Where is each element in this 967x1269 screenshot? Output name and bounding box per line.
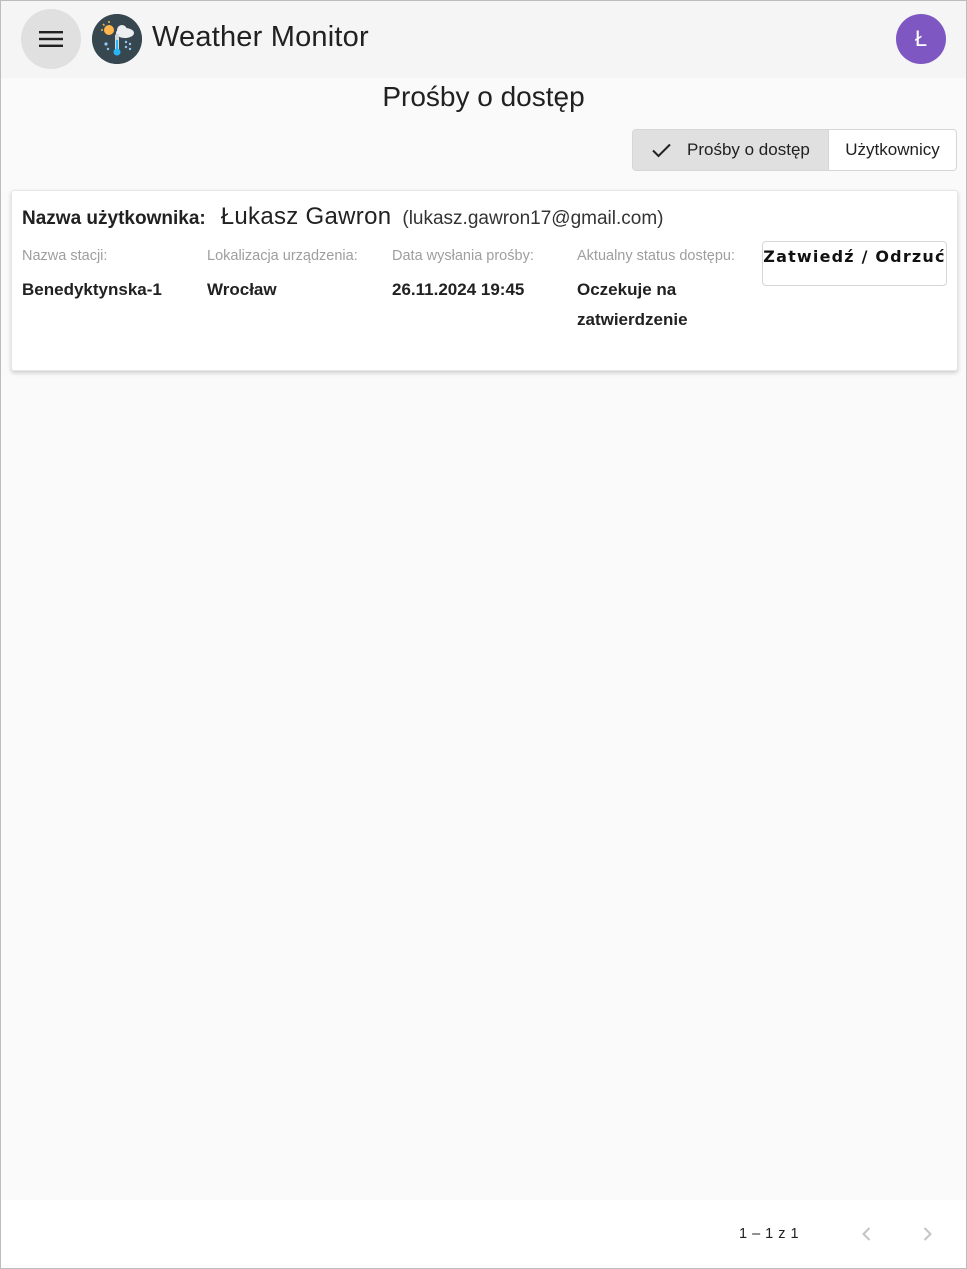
field-label: Lokalizacja urządzenia: xyxy=(207,248,358,264)
access-request-card: Nazwa użytkownika: Łukasz Gawron (lukasz… xyxy=(11,190,958,371)
next-page-button[interactable] xyxy=(911,1218,943,1250)
field-value: 26.11.2024 19:45 xyxy=(392,280,525,299)
field-value: Benedyktynska-1 xyxy=(22,280,162,299)
previous-page-button[interactable] xyxy=(851,1218,883,1250)
page-title: Prośby o dostęp xyxy=(382,81,585,112)
menu-button[interactable] xyxy=(21,9,81,69)
user-line: Nazwa użytkownika: Łukasz Gawron (lukasz… xyxy=(22,203,663,231)
check-icon xyxy=(649,138,673,162)
approve-reject-button[interactable]: Zatwiedź / Odrzuć xyxy=(762,241,947,286)
view-toggle-group: Prośby o dostęp Użytkownicy xyxy=(632,129,957,171)
toggle-users[interactable]: Użytkownicy xyxy=(828,130,956,170)
field-station-name: Nazwa stacji: Benedyktynska-1 xyxy=(22,248,202,305)
user-email: (lukasz.gawron17@gmail.com) xyxy=(402,208,664,229)
app-title: Weather Monitor xyxy=(152,21,369,53)
field-device-location: Lokalizacja urządzenia: Wrocław xyxy=(207,248,387,305)
field-request-date: Data wysłania prośby: 26.11.2024 19:45 xyxy=(392,248,572,305)
top-toolbar: Weather Monitor Ł xyxy=(1,1,966,78)
toggle-access-requests-label: Prośby o dostęp xyxy=(687,140,810,159)
chevron-left-icon xyxy=(862,1227,871,1241)
field-access-status: Aktualny status dostępu: Oczekuje na zat… xyxy=(577,248,742,335)
username-label: Nazwa użytkownika: xyxy=(22,208,206,229)
user-name: Łukasz Gawron xyxy=(220,203,392,230)
field-value: Oczekuje na zatwierdzenie xyxy=(577,280,688,329)
user-avatar[interactable]: Ł xyxy=(896,14,946,64)
field-label: Aktualny status dostępu: xyxy=(577,248,735,264)
field-label: Data wysłania prośby: xyxy=(392,248,534,264)
field-value: Wrocław xyxy=(207,280,277,299)
weather-logo-icon xyxy=(92,14,142,64)
menu-icon xyxy=(39,31,63,47)
chevron-right-icon xyxy=(923,1227,932,1241)
page-range-label: 1 – 1 z 1 xyxy=(739,1226,800,1242)
field-label: Nazwa stacji: xyxy=(22,248,108,264)
toggle-access-requests[interactable]: Prośby o dostęp xyxy=(633,130,828,170)
paginator: 1 – 1 z 1 xyxy=(1,1200,966,1268)
toggle-users-label: Użytkownicy xyxy=(845,140,940,159)
